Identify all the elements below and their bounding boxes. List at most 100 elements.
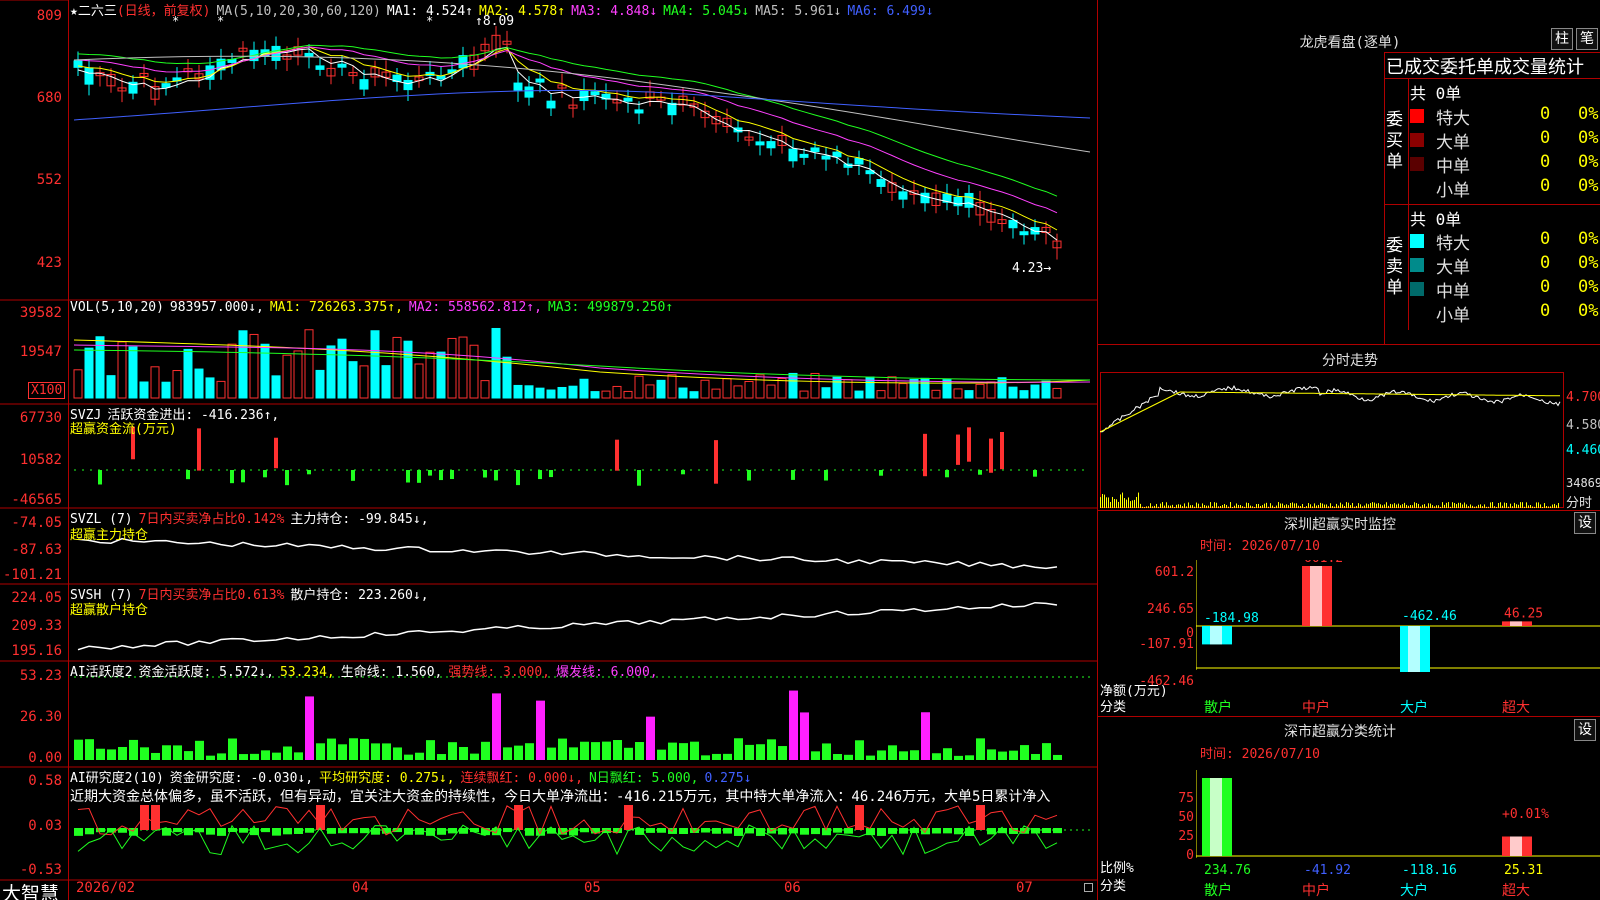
candle	[513, 82, 523, 91]
intraday-vol-bar	[1502, 505, 1503, 508]
period-label[interactable]: (日线，前复权)	[117, 4, 211, 19]
flow-bar	[428, 470, 432, 476]
research-bar	[723, 828, 732, 834]
flow-bar	[989, 438, 993, 473]
volume-bar	[337, 338, 347, 399]
intraday-vol-bar	[1386, 502, 1387, 508]
longhu-tabs[interactable]: 已成交委托单成交量统计	[1386, 53, 1600, 79]
volume-bar	[942, 379, 952, 399]
research-bar	[679, 828, 688, 835]
research-bar	[294, 828, 303, 834]
research-bar	[712, 828, 721, 834]
intraday-vol-bar	[1314, 503, 1315, 508]
flow-bar	[549, 470, 553, 478]
activity-bar	[261, 750, 270, 760]
intraday-vol-bar	[1180, 504, 1181, 508]
intraday-vol-bar	[1120, 494, 1121, 508]
flow-bar	[945, 470, 949, 478]
star-icon[interactable]: ★	[70, 4, 78, 19]
category-label: 散户	[1204, 700, 1232, 716]
activity-bar	[965, 755, 974, 760]
event-marker[interactable]: *	[217, 14, 224, 28]
intraday-vol-bar	[1366, 503, 1367, 508]
activity-bar	[525, 743, 534, 760]
intraday-vol-bar	[1280, 503, 1281, 508]
activity-bar	[74, 739, 83, 760]
order-count: 0	[1540, 229, 1551, 249]
intraday-title: 分时走势	[1322, 353, 1378, 369]
sz-monitor-settings-button[interactable]: 设	[1574, 512, 1596, 534]
ai-burst-line: 爆发线: 6.000,	[555, 665, 658, 680]
flow-bar	[1033, 470, 1037, 477]
tick-view-button[interactable]: 笔	[1576, 28, 1598, 50]
intraday-vol-bar	[1232, 506, 1233, 508]
intraday-vol-bar	[1534, 506, 1535, 508]
vol-unit-badge[interactable]: X100	[28, 382, 66, 399]
intraday-vol-bar	[1478, 504, 1479, 508]
intraday-vol-bar	[1444, 504, 1445, 508]
volume-bar	[975, 383, 985, 399]
intraday-vol-bar	[1142, 506, 1143, 508]
intraday-vol-bar	[1464, 502, 1465, 508]
volume-bar	[524, 385, 534, 399]
x-tick: 05	[584, 880, 601, 896]
intraday-price-tick: 4.460	[1566, 443, 1600, 458]
volume-bar	[964, 390, 974, 399]
sz-stat-chart[interactable]: +0.01% 234.76 -41.92 -118.16 25.31	[1196, 770, 1600, 900]
chart-area[interactable]	[0, 0, 1098, 900]
svzj-y-tick: 67730	[19, 410, 62, 426]
candle	[1008, 219, 1018, 229]
bar-view-button[interactable]: 柱	[1551, 28, 1573, 50]
event-marker[interactable]: *	[172, 14, 179, 28]
sz-monitor-chart[interactable]: -184.98 601.2 -462.46 46.25	[1196, 560, 1600, 690]
intraday-vol-bar	[1118, 501, 1119, 508]
activity-bar	[811, 751, 820, 760]
order-row: 小单 0 0%	[1410, 301, 1600, 326]
ma-value-4: MA4: 5.045↓	[663, 4, 750, 19]
category-label: 散户	[1204, 883, 1232, 899]
intraday-vol-bar	[1526, 502, 1527, 508]
intraday-vol-bar	[1260, 505, 1261, 508]
intraday-vol-bar	[1338, 505, 1339, 508]
activity-bar	[129, 739, 138, 760]
intraday-vol-bar	[1536, 502, 1537, 508]
sz-monitor-value-label: 46.25	[1504, 606, 1543, 621]
sz-monitor-time: 时间: 2026/07/10	[1200, 539, 1320, 554]
research-bar	[657, 828, 666, 833]
activity-bar	[789, 690, 798, 760]
sz-stat-settings-button[interactable]: 设	[1574, 719, 1596, 741]
intraday-vol-bar	[1418, 503, 1419, 508]
intraday-vol-bar	[1476, 506, 1477, 508]
intraday-vol-bar	[1222, 504, 1223, 508]
sz-stat-y-tick: 0	[1186, 848, 1194, 863]
volume-bar	[799, 390, 809, 399]
research-bar	[217, 828, 226, 836]
activity-bar	[536, 700, 545, 760]
intraday-vol-bar	[1382, 505, 1383, 508]
intraday-vol-bar	[1404, 502, 1405, 508]
sz-monitor-value-label: -184.98	[1204, 611, 1259, 626]
order-count: 0	[1540, 301, 1551, 321]
lock-icon[interactable]	[1084, 883, 1093, 892]
high-price-label: ↑8.09	[475, 14, 515, 29]
intraday-vol-bar	[1438, 505, 1439, 508]
category-label: 超大	[1502, 883, 1530, 899]
research-bar	[305, 828, 314, 833]
intraday-vol-bar	[1294, 503, 1295, 508]
intraday-vol-bar	[1198, 503, 1199, 508]
ma-line	[73, 55, 1091, 153]
candle	[667, 102, 677, 116]
activity-bar	[1020, 745, 1029, 760]
research-bar	[943, 828, 952, 834]
activity-bar	[382, 743, 391, 760]
intraday-chart[interactable]	[1100, 372, 1564, 508]
event-marker[interactable]: *	[426, 14, 433, 28]
intraday-vol-bar	[1172, 504, 1173, 508]
intraday-vol-bar	[1116, 499, 1117, 508]
intraday-vol-bar	[1108, 497, 1109, 508]
intraday-vol-bar	[1432, 505, 1433, 508]
intraday-price-tick: 4.700	[1566, 390, 1600, 405]
y-axis-divider	[68, 0, 69, 900]
stock-name[interactable]: 二六三	[78, 4, 117, 19]
volume-bar	[997, 377, 1007, 399]
